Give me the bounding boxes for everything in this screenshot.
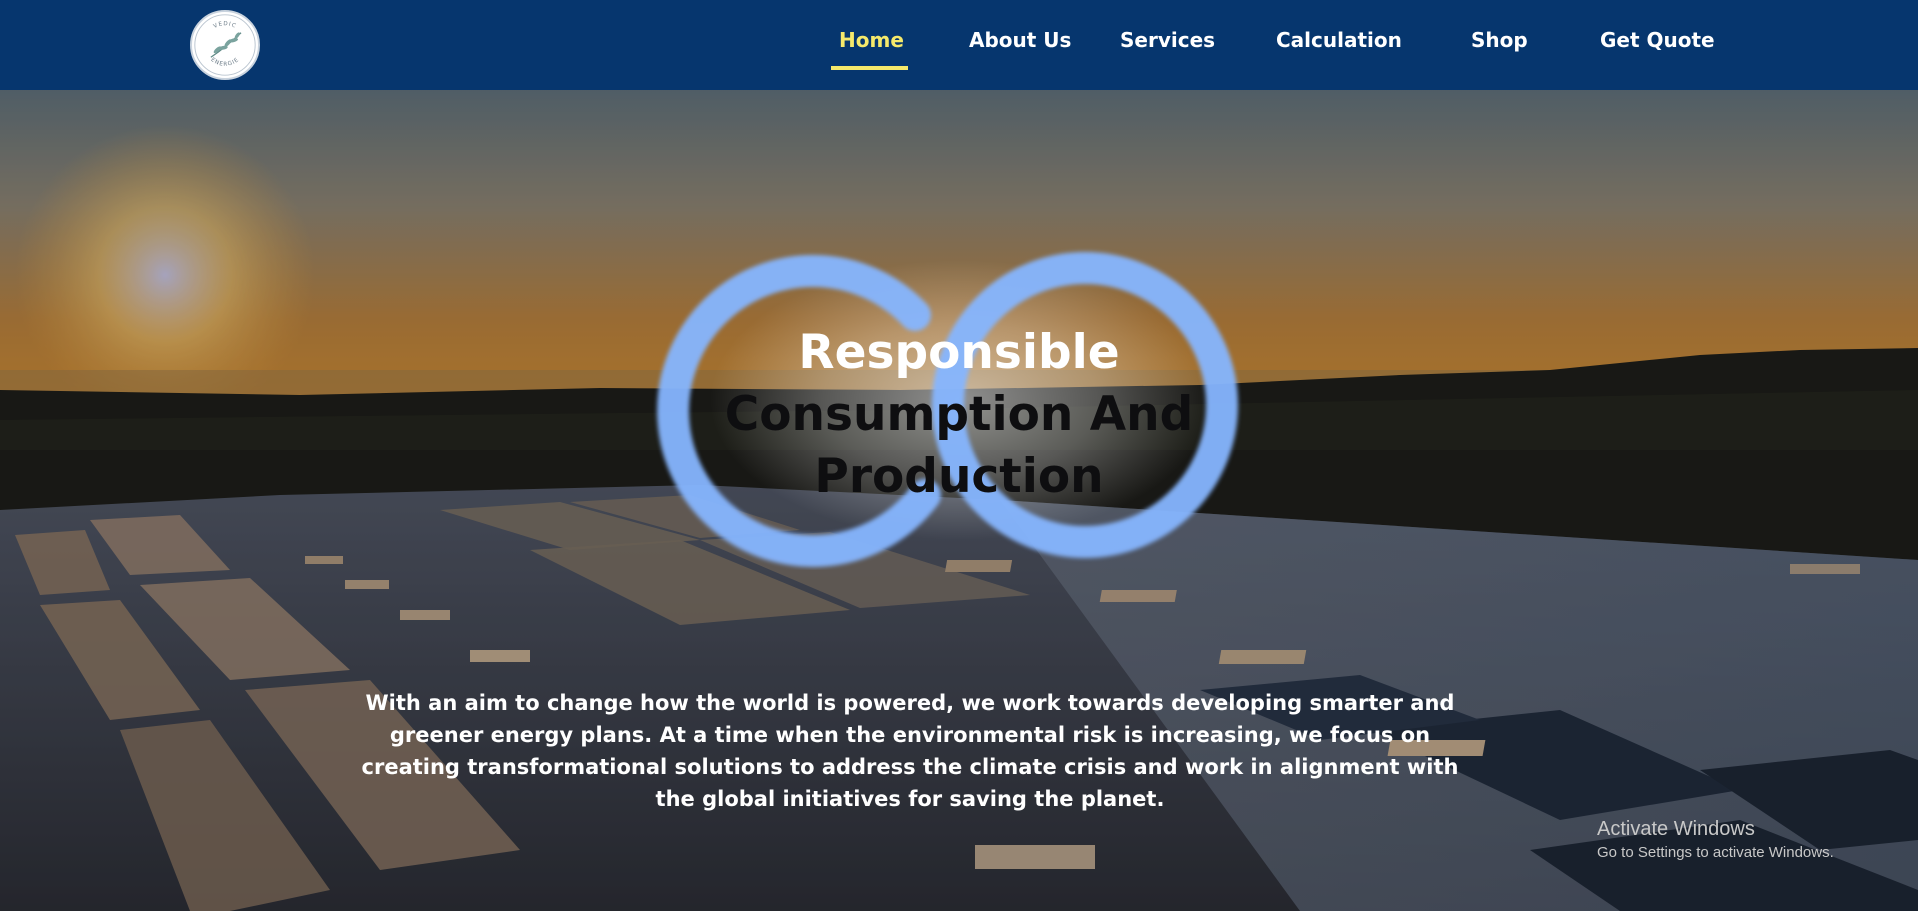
hero-section: Responsible Consumption And Production W… [0, 90, 1918, 911]
activate-windows-subtitle: Go to Settings to activate Windows. [1597, 844, 1834, 861]
activate-windows-title: Activate Windows [1597, 818, 1755, 840]
nav-home[interactable]: Home [839, 28, 904, 52]
nav-calculation[interactable]: Calculation [1276, 28, 1402, 52]
nav-services[interactable]: Services [1120, 28, 1215, 52]
hero-description: With an aim to change how the world is p… [361, 691, 1459, 811]
nav-about-us[interactable]: About Us [969, 28, 1071, 52]
brand-logo[interactable]: VEDIC ENERGIE [190, 10, 260, 80]
nav-get-quote[interactable]: Get Quote [1600, 28, 1715, 52]
hero-title: Responsible Consumption And Production [659, 322, 1259, 508]
top-navbar: VEDIC ENERGIE Home About Us Services Cal… [0, 0, 1918, 90]
hero-title-line-3: Production [814, 449, 1104, 504]
hero-title-line-1: Responsible [798, 325, 1120, 380]
activate-windows-watermark: Activate Windows Go to Settings to activ… [1597, 818, 1834, 861]
hero-title-line-2: Consumption And [724, 387, 1194, 442]
active-nav-indicator [831, 66, 908, 70]
nav-shop[interactable]: Shop [1471, 28, 1528, 52]
leaf-logo-icon: VEDIC ENERGIE [194, 14, 256, 76]
